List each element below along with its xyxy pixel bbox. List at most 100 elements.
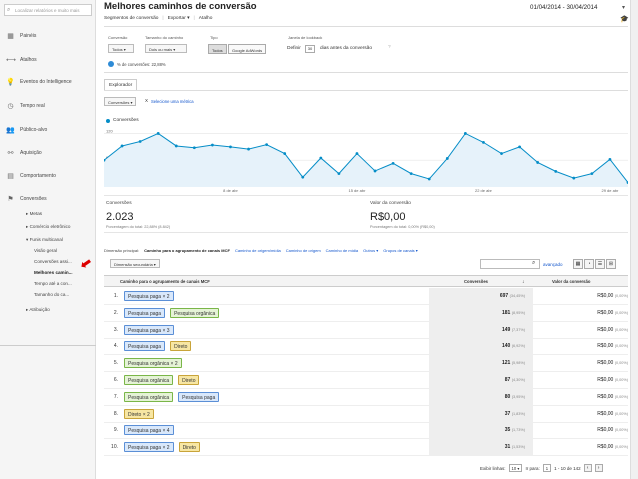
conversion-path[interactable]: Pesquisa paga Direto (124, 341, 192, 352)
conversion-filter-dropdown[interactable]: Todos ▾ (108, 44, 134, 53)
sidebar-item-1[interactable]: ⟷ Atalhos (6, 54, 94, 66)
data-point[interactable] (463, 132, 467, 135)
data-point[interactable] (482, 140, 485, 144)
next-page-button[interactable]: › (594, 464, 603, 472)
sidebar-subitem[interactable]: Visão geral (34, 248, 57, 253)
conversion-segments-button[interactable]: Segmentos de conversão (104, 16, 158, 21)
data-point[interactable] (138, 140, 142, 143)
data-point[interactable] (373, 169, 377, 173)
dimension-tab-channel-groups[interactable]: Grupos de canais ▾ (383, 248, 417, 253)
page-scrollbar[interactable] (630, 0, 638, 479)
prev-page-button[interactable]: ‹ (583, 464, 592, 472)
data-point[interactable] (572, 176, 576, 180)
data-view-icon[interactable]: ▦ (573, 259, 583, 269)
data-point[interactable] (536, 161, 540, 164)
sidebar-item-2[interactable]: 💡 Eventos do Intelligence (6, 76, 94, 88)
sidebar-subitem[interactable]: ▸ Atribuição (26, 307, 50, 313)
sidebar-subitem[interactable]: Melhores camin... (34, 270, 73, 275)
table-search-input[interactable] (480, 259, 540, 269)
rows-per-page-dropdown[interactable]: 10 ▾ (508, 464, 523, 472)
data-point[interactable] (247, 147, 250, 151)
data-point[interactable] (301, 175, 305, 179)
data-point[interactable] (590, 172, 594, 176)
data-point[interactable] (391, 161, 395, 165)
compare-view-icon[interactable]: ☰ (595, 259, 605, 269)
conversions-value: 37 (504, 410, 511, 417)
data-point[interactable] (319, 156, 323, 160)
data-point[interactable] (265, 143, 269, 147)
red-arrow-annotation: ⬅ (76, 253, 95, 274)
conversion-path[interactable]: Pesquisa orgânica Direto (124, 375, 200, 385)
dimension-tab-source[interactable]: Caminho de origem (286, 248, 321, 253)
sidebar-item-5[interactable]: ⚯ Aquisição (6, 147, 94, 159)
sidebar-subitem[interactable]: ▸ Comércio eletrônico (26, 224, 70, 230)
data-point[interactable] (229, 145, 232, 149)
data-point[interactable] (554, 169, 558, 173)
date-range-picker[interactable]: 01/04/2014 - 30/04/2014 (530, 4, 597, 11)
advanced-filter-link[interactable]: avançado (543, 262, 563, 267)
data-point[interactable] (156, 132, 160, 135)
conversion-path[interactable]: Pesquisa paga × 4 (124, 425, 174, 436)
sidebar-subitem[interactable]: ▸ Metas (26, 211, 42, 217)
row-number: 9. (113, 427, 118, 434)
lookback-days-input[interactable]: 30 (305, 45, 315, 53)
conversion-path[interactable]: Direto × 2 (124, 408, 154, 419)
data-point[interactable] (174, 144, 178, 148)
data-point[interactable] (608, 157, 612, 161)
sidebar-item-4[interactable]: 👥 Público-alvo (6, 124, 94, 136)
pie-view-icon[interactable]: ◔ (584, 259, 594, 269)
data-point[interactable] (427, 177, 431, 181)
conversion-path[interactable]: Pesquisa paga × 2 Direto (124, 442, 200, 453)
goto-page-input[interactable]: 1 (542, 464, 552, 472)
metric-dropdown[interactable]: Conversões ▾ (104, 97, 137, 106)
dimension-tab-mcf[interactable]: Caminho para o agrupamento de canais MCF (144, 248, 230, 253)
dimension-tab-source-medium[interactable]: Caminho de origem/mídia (235, 248, 281, 253)
conversion-path[interactable]: Pesquisa paga Pesquisa orgânica (124, 307, 220, 318)
search-icon[interactable]: ⌕ (532, 260, 535, 267)
conversion-path[interactable]: Pesquisa paga × 2 (124, 291, 174, 301)
tab-explorer[interactable]: Explorador (104, 79, 138, 90)
path-length-dropdown[interactable]: Dois ou mais ▾ (145, 44, 187, 53)
value-percent: (0,00%) (614, 411, 628, 416)
conversion-path[interactable]: Pesquisa orgânica Pesquisa paga (124, 391, 220, 402)
data-point[interactable] (518, 145, 521, 149)
x-tick-label: 8 de abr (223, 188, 238, 193)
data-point[interactable] (337, 172, 341, 176)
sidebar-item-7[interactable]: ⚑ Conversões (6, 193, 94, 205)
sidebar-subitem[interactable]: Conversões assi... (34, 259, 72, 264)
dimension-tab-medium[interactable]: Caminho de mídia (326, 248, 358, 253)
sidebar-subitem[interactable]: Tempo até a con... (34, 281, 72, 286)
dimension-tab-others[interactable]: Outros ▾ (363, 248, 378, 253)
secondary-dimension-dropdown[interactable]: Dimensão secundária ▾ (110, 259, 160, 268)
data-point[interactable] (192, 146, 196, 150)
data-point[interactable] (355, 152, 359, 155)
data-point[interactable] (500, 152, 503, 155)
type-all-button[interactable]: Todos (208, 44, 227, 54)
select-metric-link[interactable]: Selecione uma métrica (151, 99, 194, 104)
column-header-path[interactable]: Caminho para o agrupamento de canais MCF (120, 279, 210, 284)
sidebar-item-6[interactable]: ▤ Comportamento (6, 170, 94, 182)
sidebar-item-3[interactable]: ◷ Tempo real (6, 100, 94, 112)
export-button[interactable]: Exportar ▾ (168, 16, 190, 21)
sidebar-subitem[interactable]: ▾ Funis multicanal (26, 237, 63, 243)
data-point[interactable] (211, 143, 214, 147)
conversion-path[interactable]: Pesquisa paga × 3 (124, 324, 174, 335)
channel-chip: Direto (178, 442, 200, 453)
data-point[interactable] (283, 152, 287, 155)
sort-desc-icon[interactable]: ↓ (522, 279, 525, 285)
column-header-conversions[interactable]: Conversões (464, 279, 488, 284)
sidebar-item-0[interactable]: ▦ Painéis (6, 30, 94, 42)
report-search-input[interactable]: ⌕ Localizar relatórios e muito mais (4, 4, 92, 16)
column-header-value[interactable]: Valor da conversão (552, 279, 590, 284)
conversion-path[interactable]: Pesquisa orgânica × 2 (124, 358, 182, 369)
data-point[interactable] (120, 144, 124, 148)
pivot-view-icon[interactable]: ⊞ (606, 259, 616, 269)
data-point[interactable] (445, 157, 449, 160)
type-adwords-button[interactable]: Google AdWords (228, 44, 267, 54)
data-point[interactable] (409, 172, 413, 176)
shortcut-button[interactable]: Atalho (199, 16, 213, 21)
date-range-caret-icon[interactable]: ▾ (622, 4, 625, 11)
graduation-cap-icon[interactable]: 🎓 (620, 15, 629, 23)
sidebar-subitem[interactable]: Tamanho do ca... (34, 292, 69, 297)
help-icon[interactable]: ? (388, 45, 391, 50)
